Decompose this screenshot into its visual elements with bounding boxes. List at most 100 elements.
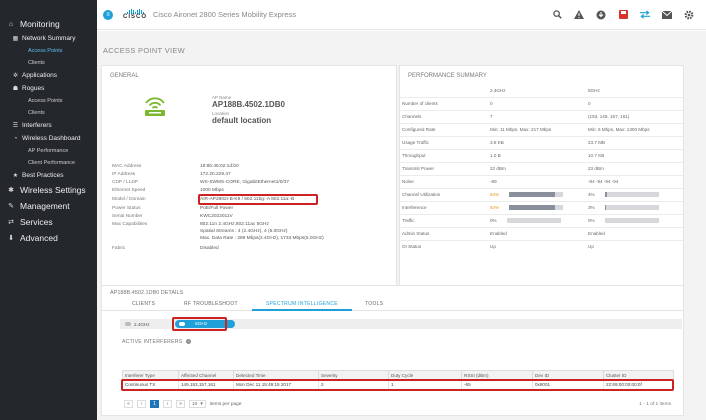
- perf-label: Channels: [400, 109, 488, 123]
- ap-name: AP188B.4502.1DB0: [212, 100, 285, 109]
- sidebar-item-rogue-clients[interactable]: Clients: [0, 107, 97, 119]
- arrows-icon[interactable]: [640, 10, 650, 20]
- sidebar-item-network-summary[interactable]: ▦ Network Summary: [0, 32, 97, 45]
- network-icon: ▦: [12, 36, 19, 42]
- perf-cell-24: 84%: [488, 200, 586, 214]
- perf-value-5: 3%: [588, 204, 595, 210]
- sidebar-item-applications[interactable]: ✲ Applications: [0, 69, 97, 82]
- mail-icon[interactable]: [662, 10, 672, 20]
- interferers-icon: ☰: [12, 123, 19, 129]
- tab-spectrum-intelligence[interactable]: SPECTRUM INTELLIGENCE: [266, 301, 338, 307]
- sidebar-item-access-points[interactable]: Access Points: [0, 45, 97, 57]
- first-page-button[interactable]: «: [124, 400, 133, 408]
- search-icon[interactable]: [552, 10, 562, 20]
- perf-label: Traffic: [400, 213, 488, 227]
- perf-row-interference: Interference 84% 3%: [400, 200, 683, 214]
- band-24ghz-button[interactable]: 2.4GHz: [122, 320, 162, 328]
- star-icon: ★: [12, 173, 19, 179]
- rogues-icon: ☗: [12, 86, 19, 92]
- interferer-row-highlight: [121, 379, 674, 391]
- sidebar-item-label: Wireless Dashboard: [22, 135, 81, 142]
- sidebar-item-management[interactable]: ✎ Management: [0, 198, 97, 214]
- tab-tools[interactable]: TOOLS: [365, 301, 383, 307]
- services-icon: ⇄: [8, 219, 14, 226]
- perf-label: Admin Status: [400, 226, 488, 240]
- sidebar-item-label: Best Practices: [22, 172, 64, 179]
- download-icon[interactable]: [596, 10, 606, 20]
- perf-value-5: -94 -94 -94 -94: [586, 174, 683, 188]
- per-page-value: 10: [192, 401, 198, 407]
- access-point-icon: [145, 97, 165, 116]
- toolbar-icons: [552, 10, 694, 20]
- general-panel: GENERAL AP Name AP188B.4502.1DB0 Locatio…: [101, 65, 397, 291]
- sidebar-item-label: Clients: [28, 60, 45, 66]
- details-panel: AP188B.4502.1DB0 DETAILS CLIENTS RF TROU…: [101, 285, 684, 416]
- perf-row-clients: Number of clients 0 0: [400, 96, 683, 110]
- home-icon: ⌂: [8, 20, 14, 28]
- sidebar-item-interferers[interactable]: ☰ Interferers: [0, 119, 97, 132]
- main-content: ACCESS POINT VIEW GENERAL AP Name AP188B…: [97, 31, 706, 420]
- prev-page-button[interactable]: ‹: [137, 400, 146, 408]
- perf-cell-5: 3%: [586, 200, 683, 214]
- sidebar-item-label: Services: [20, 217, 53, 227]
- pagination: « ‹ 1 › » 10 ▾ items per page: [124, 400, 242, 408]
- sidebar-item-wireless-dashboard[interactable]: ◔ Wireless Dashboard: [0, 132, 97, 145]
- top-bar: ≡ CISCO Cisco Aironet 2800 Series Mobili…: [97, 0, 706, 30]
- kv-value: 172.20.229.47: [200, 172, 231, 177]
- dashboard-icon: ◔: [13, 135, 18, 142]
- sidebar-item-label: Clients: [28, 110, 45, 116]
- perf-value-5: Min: 6 Mbps, Max: 1300 Mbps: [586, 122, 683, 136]
- sidebar-item-client-performance[interactable]: Client Performance: [0, 157, 97, 169]
- save-icon[interactable]: [618, 10, 628, 20]
- kv-key: IP Address: [112, 172, 136, 177]
- perf-value-5: 23.7 MB: [586, 135, 683, 149]
- pagination-range: 1 - 1 of 1 items: [639, 402, 671, 407]
- help-icon[interactable]: ?: [186, 339, 192, 344]
- per-page-select[interactable]: 10 ▾: [189, 400, 206, 408]
- sidebar-item-label: Management: [20, 201, 70, 211]
- kv-value: Disabled: [200, 246, 219, 251]
- kv-key: Serial Number: [112, 214, 143, 219]
- sidebar-item-services[interactable]: ⇄ Services: [0, 214, 97, 230]
- sidebar-item-best-practices[interactable]: ★ Best Practices: [0, 169, 97, 182]
- gear-icon[interactable]: [684, 10, 694, 20]
- interference-bar-24: [509, 205, 564, 211]
- sidebar-item-label: Access Points: [28, 98, 63, 104]
- channel-utilization-bar-5: [604, 192, 659, 198]
- kv-value: 18:8b:45:02:1d:b0: [200, 164, 239, 169]
- next-page-button[interactable]: ›: [163, 400, 172, 408]
- sidebar-item-wireless-settings[interactable]: ✱ Wireless Settings: [0, 182, 97, 198]
- toggle-off-icon: [125, 322, 131, 326]
- perf-row-channels: Channels 7 (153, 149, 157, 161): [400, 109, 683, 123]
- kv-key: Fabric: [112, 246, 126, 251]
- sidebar-item-advanced[interactable]: ⬇ Advanced: [0, 230, 97, 246]
- sidebar-item-label: Client Performance: [28, 160, 76, 166]
- perf-value-24: Enabled: [488, 226, 586, 240]
- sidebar-item-label: Rogues: [22, 85, 45, 92]
- menu-icon[interactable]: ≡: [103, 9, 113, 20]
- sidebar-item-rogue-access-points[interactable]: Access Points: [0, 95, 97, 107]
- header-24ghz: 2.4GHz: [490, 87, 506, 93]
- sidebar-item-monitoring[interactable]: ⌂ Monitoring: [0, 16, 97, 32]
- tab-rf-troubleshoot[interactable]: RF TROUBLESHOOT: [184, 301, 238, 307]
- last-page-button[interactable]: »: [176, 400, 185, 408]
- current-page-button[interactable]: 1: [150, 400, 159, 408]
- tab-clients[interactable]: CLIENTS: [132, 301, 155, 307]
- kv-key: Max Capabilities: [112, 222, 148, 227]
- cisco-logo-text: CISCO: [123, 14, 148, 20]
- location-value: default location: [212, 116, 272, 125]
- performance-table: 2.4GHz 5GHz Number of clients 0 0 Channels…: [400, 84, 683, 253]
- header-spacer: [400, 84, 488, 97]
- kv-key: MAC Address: [112, 164, 142, 169]
- kv-value: PoE/Full Power: [200, 206, 234, 211]
- perf-row-usage-traffic: Usage Traffic 3.8 KB 23.7 MB: [400, 135, 683, 149]
- active-interferers-label: ACTIVE INTERFERERS ?: [122, 339, 192, 345]
- perf-label: Number of clients: [400, 96, 488, 110]
- warning-icon[interactable]: [574, 10, 584, 20]
- sidebar: ⌂ Monitoring ▦ Network Summary Access Po…: [0, 0, 97, 420]
- sidebar-item-rogues[interactable]: ☗ Rogues: [0, 82, 97, 95]
- perf-value-24: 0: [488, 96, 586, 110]
- sidebar-item-clients[interactable]: Clients: [0, 57, 97, 69]
- perf-value-24: 84%: [490, 204, 500, 210]
- sidebar-item-ap-performance[interactable]: AP Performance: [0, 145, 97, 157]
